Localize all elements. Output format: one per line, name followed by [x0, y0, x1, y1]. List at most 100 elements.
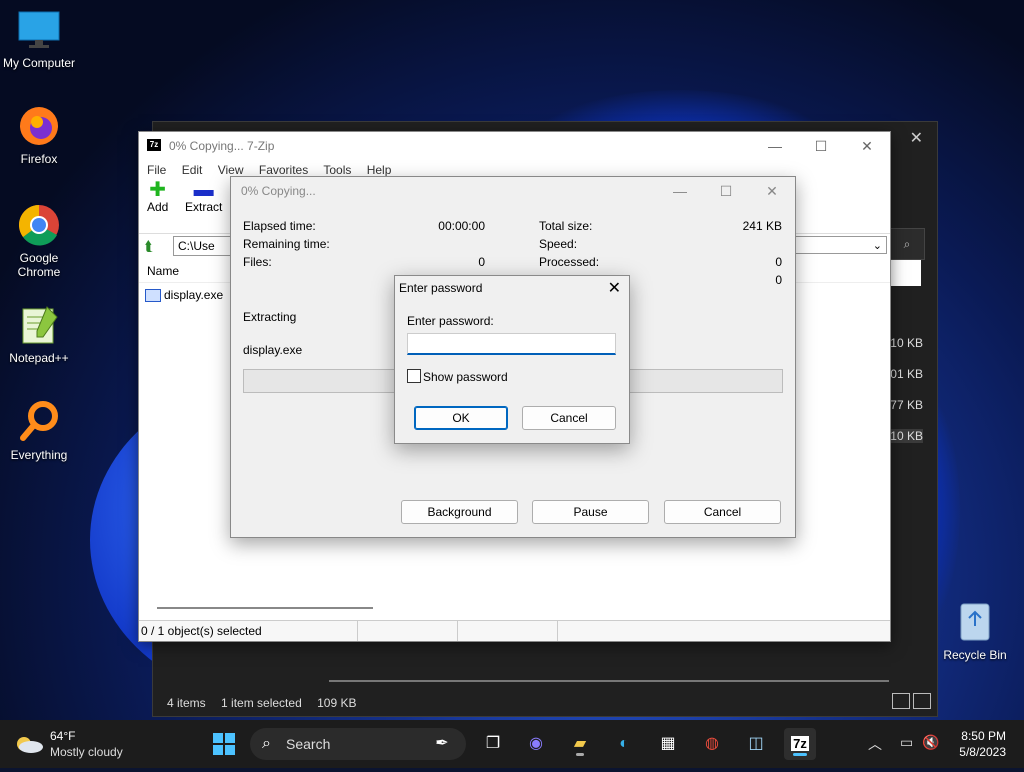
view-toggle[interactable] [889, 693, 931, 712]
chevron-up-icon[interactable]: ︿ [868, 734, 882, 754]
minimize-icon[interactable]: — [657, 177, 703, 205]
display-icon[interactable]: ▭ [900, 734, 913, 751]
tiles-view-icon[interactable] [913, 693, 931, 709]
weather-temp: 64°F [50, 729, 76, 743]
volume-muted-icon[interactable]: 🔇 [922, 734, 939, 751]
close-icon[interactable]: ✕ [749, 177, 795, 205]
path-dropdown-icon[interactable]: ⌄ [795, 236, 887, 254]
desktop-icon-firefox[interactable]: Firefox [1, 104, 77, 166]
menu-view[interactable]: View [218, 163, 244, 177]
horizontal-scrollbar[interactable] [157, 607, 373, 609]
maximize-icon[interactable]: ☐ [798, 132, 844, 160]
compressed-value: 0 [775, 273, 782, 287]
notepadpp-icon [17, 303, 61, 347]
desktop-icon-label: Google Chrome [17, 251, 61, 279]
desktop-icon-notepadpp[interactable]: Notepad++ [1, 303, 77, 365]
title-bar[interactable]: 7z 0% Copying... 7-Zip — ☐ ✕ [139, 132, 890, 160]
item-count: 4 items [167, 696, 206, 710]
desktop-icon-label: Notepad++ [9, 351, 69, 365]
file-size: 77 KB [890, 398, 923, 412]
close-icon[interactable]: ✕ [844, 132, 890, 160]
password-input[interactable] [407, 333, 616, 355]
extract-label: Extract [185, 200, 223, 214]
clock[interactable]: 8:50 PM 5/8/2023 [959, 728, 1006, 760]
desktop-icon-label: Everything [10, 448, 68, 462]
search-label: Search [286, 736, 331, 752]
file-size: 10 KB [886, 429, 923, 443]
status-divider [457, 621, 458, 641]
files-label: Files: [243, 255, 272, 269]
monitor-icon [17, 8, 61, 52]
ok-button[interactable]: OK [414, 406, 508, 430]
close-icon[interactable]: ✕ [910, 128, 923, 148]
start-icon[interactable] [208, 728, 240, 760]
password-label: Enter password: [407, 314, 494, 328]
cancel-button[interactable]: Cancel [522, 406, 616, 430]
window-controls[interactable]: — ☐ ✕ [752, 132, 890, 160]
desktop-icon-label: My Computer [2, 56, 76, 70]
add-button[interactable]: ✚ Add [147, 180, 168, 214]
minimize-icon[interactable]: — [752, 132, 798, 160]
firefox-icon [17, 104, 61, 148]
file-name: display.exe [164, 288, 224, 302]
desktop-icon-label: Recycle Bin [943, 648, 1007, 662]
desktop-icon-chrome[interactable]: Google Chrome [1, 203, 77, 279]
background-button[interactable]: Background [401, 500, 518, 524]
chrome-icon[interactable]: ◍ [696, 728, 728, 760]
show-password-checkbox[interactable] [407, 369, 421, 383]
list-item[interactable]: display.exe [145, 286, 223, 304]
maximize-icon[interactable]: ☐ [703, 177, 749, 205]
extract-button[interactable]: ▬ Extract [185, 180, 222, 214]
folder-up-icon[interactable]: ⮬ [145, 238, 153, 255]
cancel-button[interactable]: Cancel [664, 500, 781, 524]
password-dialog[interactable]: Enter password ✕ Enter password: Show pa… [394, 275, 630, 444]
task-view-icon[interactable]: ❐ [477, 728, 509, 760]
chat-icon[interactable]: ◉ [520, 728, 552, 760]
horizontal-scrollbar[interactable] [329, 680, 889, 682]
title-bar[interactable]: 0% Copying... — ☐ ✕ [231, 177, 795, 205]
menu-tools[interactable]: Tools [323, 163, 351, 177]
selected-size: 109 KB [317, 696, 357, 710]
total-size-value: 241 KB [742, 219, 782, 233]
taskbar: 64°F Mostly cloudy ⌕ Search ✒ ❐ ◉ ▰ ◐ ▦ … [0, 720, 1024, 768]
store-icon[interactable]: ▦ [652, 728, 684, 760]
date: 5/8/2023 [959, 745, 1006, 759]
cloud-icon [14, 732, 44, 754]
processed-label: Processed: [539, 255, 600, 269]
details-view-icon[interactable] [892, 693, 910, 709]
window-controls[interactable]: — ☐ ✕ [657, 177, 795, 205]
time: 8:50 PM [961, 729, 1006, 743]
remaining-label: Remaining time: [243, 237, 330, 251]
running-indicator [576, 753, 584, 756]
desktop-icon-recycle-bin[interactable]: Recycle Bin [942, 598, 1008, 662]
desktop-icon-everything[interactable]: Everything [1, 400, 77, 462]
network-tool-icon[interactable]: ◫ [740, 728, 772, 760]
weather-desc: Mostly cloudy [50, 745, 123, 759]
magnifier-icon [17, 400, 61, 444]
dialog-title: 0% Copying... [241, 184, 316, 198]
speed-label: Speed: [539, 237, 578, 251]
close-icon[interactable]: ✕ [608, 278, 621, 298]
search-icon[interactable]: ⌕ [889, 228, 925, 260]
pen-icon[interactable]: ✒ [426, 728, 458, 760]
column-header-name[interactable]: Name [147, 260, 179, 282]
selection-status: 0 / 1 object(s) selected [141, 624, 262, 638]
menu-favorites[interactable]: Favorites [259, 163, 308, 177]
7zip-icon[interactable]: 7z [784, 728, 816, 760]
active-indicator [793, 753, 807, 756]
desktop: My Computer Firefox Google Chrome Notepa… [0, 0, 1024, 720]
status-divider [357, 621, 358, 641]
file-explorer-icon[interactable]: ▰ [564, 728, 596, 760]
search-icon: ⌕ [262, 735, 271, 752]
selected-count: 1 item selected [221, 696, 302, 710]
desktop-icon-my-computer[interactable]: My Computer [1, 8, 77, 70]
operation-label: Extracting [243, 310, 297, 324]
menu-file[interactable]: File [147, 163, 166, 177]
edge-icon[interactable]: ◐ [608, 728, 640, 760]
menu-edit[interactable]: Edit [182, 163, 203, 177]
pause-button[interactable]: Pause [532, 500, 649, 524]
show-password-label[interactable]: Show password [423, 370, 508, 384]
status-divider [557, 621, 558, 641]
menu-help[interactable]: Help [367, 163, 392, 177]
plus-icon: ✚ [149, 179, 167, 201]
